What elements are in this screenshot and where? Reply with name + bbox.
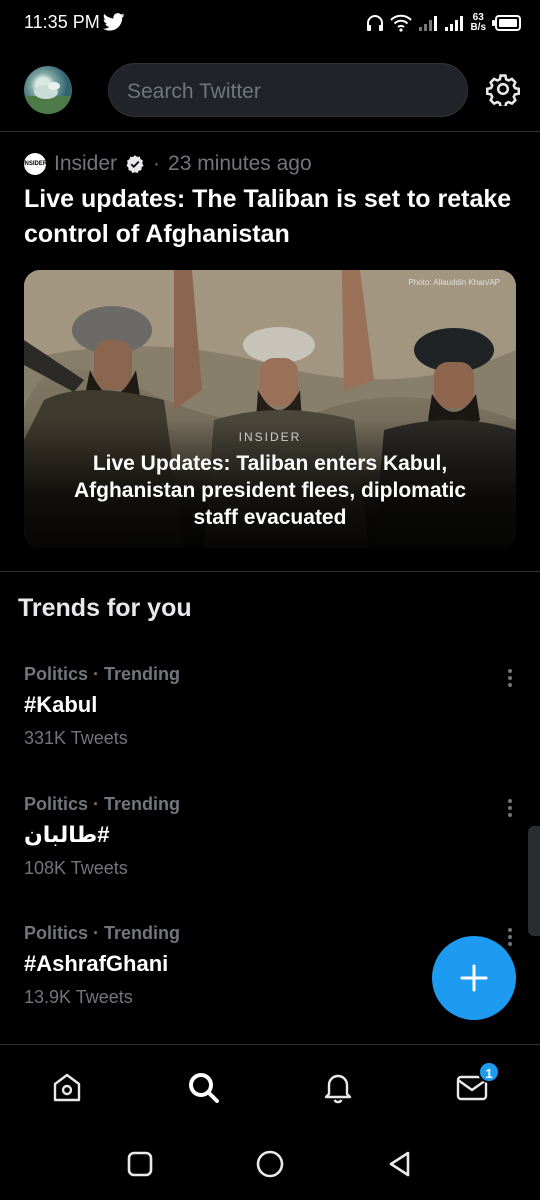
trend-count: 331K Tweets bbox=[24, 728, 128, 748]
news-time: 23 minutes ago bbox=[168, 152, 312, 175]
image-caption: Live Updates: Taliban enters Kabul, Afgh… bbox=[73, 452, 467, 529]
gear-icon[interactable] bbox=[486, 72, 520, 106]
notifications-icon[interactable] bbox=[320, 1069, 356, 1105]
trend-category: Politics · Trending bbox=[24, 923, 181, 943]
wifi-icon bbox=[390, 14, 413, 32]
status-icons: 63 B/s bbox=[366, 10, 522, 36]
battery-icon bbox=[492, 15, 521, 31]
news-headline[interactable]: Live updates: The Taliban is set to reta… bbox=[24, 182, 524, 252]
status-bar: 11:35 PM 63 B/s bbox=[0, 0, 540, 48]
search-placeholder: Search Twitter bbox=[127, 80, 261, 103]
insider-logo: INSIDER bbox=[23, 153, 47, 175]
plus-icon bbox=[460, 964, 488, 992]
trend-item[interactable]: Politics · Trending #Kabul 331K Tweets bbox=[0, 664, 540, 784]
avatar[interactable] bbox=[24, 66, 72, 114]
compose-tweet-button[interactable] bbox=[432, 936, 516, 1020]
search-icon[interactable] bbox=[185, 1069, 221, 1105]
more-options-icon[interactable] bbox=[500, 796, 520, 820]
signal-icon bbox=[445, 16, 464, 31]
network-speed-unit: B/s bbox=[470, 22, 486, 33]
more-options-icon[interactable] bbox=[500, 925, 520, 949]
verified-icon bbox=[126, 155, 144, 174]
recents-icon[interactable] bbox=[124, 1148, 156, 1180]
top-bar: Search Twitter bbox=[0, 56, 540, 126]
trend-count: 13.9K Tweets bbox=[24, 987, 133, 1007]
back-icon[interactable] bbox=[384, 1148, 416, 1180]
avatar-image bbox=[24, 82, 72, 114]
bottom-nav bbox=[0, 1044, 540, 1128]
edge-panel-handle[interactable] bbox=[528, 826, 540, 936]
news-separator: · bbox=[153, 152, 161, 175]
system-nav-bar bbox=[0, 1130, 540, 1200]
trend-item[interactable]: Politics · Trending #طالبان 108K Tweets bbox=[0, 794, 540, 914]
news-source: Insider bbox=[54, 152, 118, 175]
home-circle-icon[interactable] bbox=[254, 1148, 286, 1180]
twitter-bird-icon bbox=[103, 13, 125, 31]
image-brand: INSIDER bbox=[238, 430, 302, 444]
home-icon[interactable] bbox=[49, 1069, 85, 1105]
news-image[interactable]: Photo: Allauddin Khan/AP INSIDER Live Up… bbox=[24, 270, 516, 548]
trend-name: #AshrafGhani bbox=[24, 951, 169, 976]
header-divider bbox=[0, 131, 540, 132]
headphones-icon bbox=[367, 15, 384, 31]
search-input[interactable]: Search Twitter bbox=[108, 63, 468, 117]
news-divider bbox=[0, 571, 540, 572]
network-speed: 63 B/s bbox=[470, 13, 486, 33]
image-credit: Photo: Allauddin Khan/AP bbox=[408, 278, 500, 287]
news-meta: INSIDER Insider · 23 minutes ago bbox=[23, 150, 312, 178]
trend-name: #طالبان bbox=[24, 822, 110, 847]
trend-category: Politics · Trending bbox=[24, 794, 181, 814]
messages-badge: 1 bbox=[478, 1061, 500, 1083]
trend-name: #Kabul bbox=[24, 692, 98, 717]
more-options-icon[interactable] bbox=[500, 666, 520, 690]
signal-icon bbox=[419, 16, 438, 31]
status-time: 11:35 PM bbox=[24, 12, 100, 32]
trend-count: 108K Tweets bbox=[24, 858, 128, 878]
trends-title: Trends for you bbox=[18, 594, 192, 622]
trend-category: Politics · Trending bbox=[24, 664, 181, 684]
